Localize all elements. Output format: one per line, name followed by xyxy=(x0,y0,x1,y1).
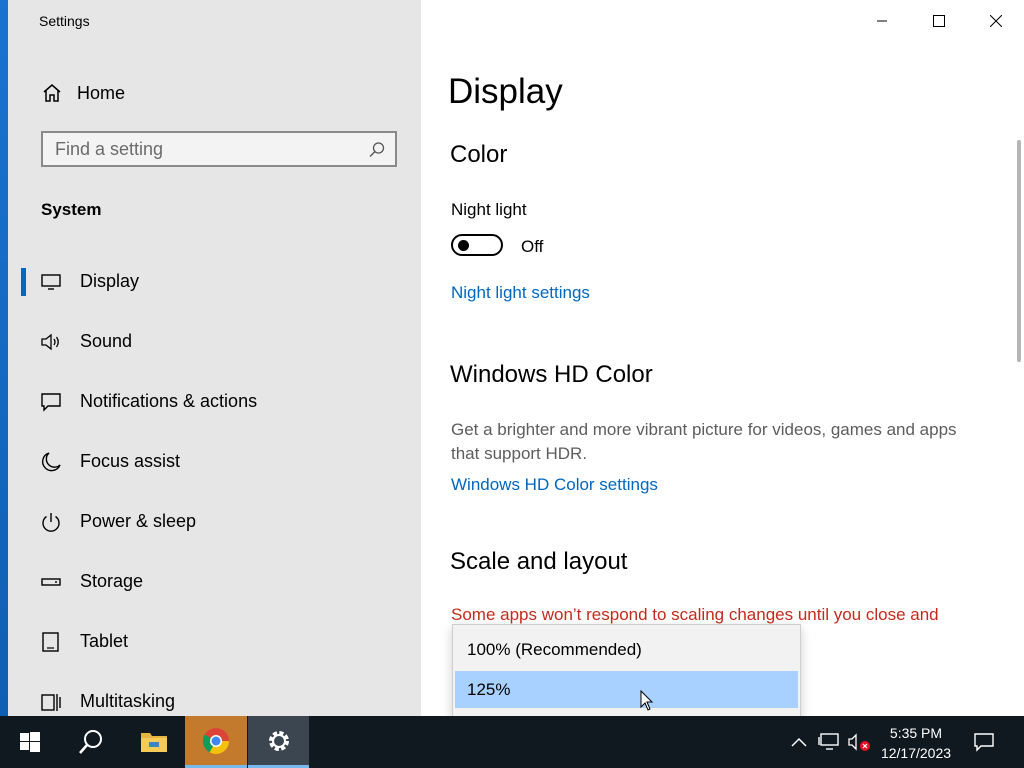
sidebar-home[interactable]: Home xyxy=(41,80,125,106)
hd-color-description: Get a brighter and more vibrant picture … xyxy=(451,418,991,466)
minimize-button[interactable] xyxy=(853,0,910,42)
clock-time: 5:35 PM xyxy=(889,725,943,741)
network-tray-button[interactable] xyxy=(815,716,843,768)
sidebar-item-label: Power & sleep xyxy=(80,511,197,531)
hd-desc-line2: that support HDR. xyxy=(451,444,588,463)
scale-layout-heading: Scale and layout xyxy=(450,548,628,575)
maximize-button[interactable] xyxy=(910,0,967,42)
sidebar-item-focus-assist[interactable]: Focus assist xyxy=(8,438,421,486)
color-heading: Color xyxy=(450,141,508,168)
taskbar: 5:35 PM 12/17/2023 xyxy=(0,716,1024,768)
action-center-button[interactable] xyxy=(968,716,1000,768)
page-title: Display xyxy=(448,72,563,111)
moon-icon xyxy=(41,452,61,472)
system-clock[interactable]: 5:35 PM 12/17/2023 xyxy=(874,723,958,763)
night-light-settings-link[interactable]: Night light settings xyxy=(451,283,590,303)
toggle-knob xyxy=(458,240,469,251)
start-icon xyxy=(20,732,40,752)
sidebar-item-label: Display xyxy=(80,271,140,291)
speaker-icon xyxy=(41,333,59,351)
mouse-cursor-icon xyxy=(640,690,654,711)
sidebar-item-display[interactable]: Display xyxy=(8,258,421,306)
close-button[interactable] xyxy=(967,0,1024,42)
hd-desc-line1: Get a brighter and more vibrant picture … xyxy=(451,420,957,439)
file-explorer-icon xyxy=(141,733,167,752)
volume-muted-icon xyxy=(848,733,870,751)
sidebar-home-label: Home xyxy=(77,82,126,103)
night-light-toggle[interactable] xyxy=(451,234,503,256)
dropdown-option-125[interactable]: 125% xyxy=(455,671,798,708)
sidebar-item-label: Tablet xyxy=(80,631,129,651)
hd-color-heading: Windows HD Color xyxy=(450,361,653,388)
message-icon xyxy=(41,393,61,412)
network-icon xyxy=(818,733,839,750)
file-explorer-button[interactable] xyxy=(123,716,185,768)
night-light-label: Night light xyxy=(451,200,527,219)
settings-window: Settings Home System Display Sound Notif… xyxy=(8,0,1024,716)
search-icon xyxy=(79,730,102,754)
hd-color-settings-link[interactable]: Windows HD Color settings xyxy=(451,475,658,495)
section-title-system: System xyxy=(41,200,102,219)
sidebar-item-multitasking[interactable]: Multitasking xyxy=(8,678,421,716)
sidebar-item-storage[interactable]: Storage xyxy=(8,558,421,606)
chrome-icon xyxy=(202,727,230,754)
tablet-icon xyxy=(42,632,59,652)
notification-icon xyxy=(974,733,994,752)
start-button[interactable] xyxy=(0,716,60,768)
close-icon xyxy=(989,15,1002,27)
dropdown-option-100[interactable]: 100% (Recommended) xyxy=(455,631,798,668)
scrollbar-thumb[interactable] xyxy=(1017,140,1021,362)
clock-date: 12/17/2023 xyxy=(880,745,952,761)
storage-icon xyxy=(41,578,61,586)
window-title: Settings xyxy=(39,13,90,29)
sidebar-item-label: Storage xyxy=(80,571,144,591)
search-icon xyxy=(369,142,385,157)
sidebar-item-label: Focus assist xyxy=(80,451,181,471)
multitasking-icon xyxy=(41,694,61,711)
desktop-background xyxy=(0,0,8,716)
settings-taskbar-button[interactable] xyxy=(248,716,309,768)
sidebar-item-tablet[interactable]: Tablet xyxy=(8,618,421,666)
active-indicator xyxy=(21,268,26,296)
sidebar-item-label: Notifications & actions xyxy=(80,391,258,411)
chrome-button[interactable] xyxy=(185,716,247,768)
sidebar-item-power-sleep[interactable]: Power & sleep xyxy=(8,498,421,546)
power-icon xyxy=(42,513,60,532)
scale-dropdown-list: 100% (Recommended) 125% xyxy=(452,624,801,718)
taskbar-search-button[interactable] xyxy=(60,716,122,768)
search-input[interactable] xyxy=(55,138,355,160)
scale-warning: Some apps won’t respond to scaling chang… xyxy=(451,605,939,624)
sidebar: Settings Home System Display Sound Notif… xyxy=(8,0,421,716)
window-controls xyxy=(853,0,1024,42)
sidebar-item-label: Sound xyxy=(80,331,133,351)
sidebar-item-label: Multitasking xyxy=(80,691,176,711)
settings-icon xyxy=(268,730,289,751)
show-hidden-icons-button[interactable] xyxy=(787,716,811,768)
sidebar-item-notifications[interactable]: Notifications & actions xyxy=(8,378,421,426)
maximize-icon xyxy=(932,15,945,27)
monitor-icon xyxy=(41,274,61,290)
main-content: Display Color Night light Off Night ligh… xyxy=(422,0,1024,716)
home-icon xyxy=(43,84,61,102)
volume-tray-button[interactable] xyxy=(845,716,873,768)
chevron-up-icon xyxy=(791,737,807,747)
night-light-state: Off xyxy=(521,237,544,256)
sidebar-item-sound[interactable]: Sound xyxy=(8,318,421,366)
minimize-icon xyxy=(876,20,887,22)
search-field[interactable] xyxy=(41,131,397,167)
